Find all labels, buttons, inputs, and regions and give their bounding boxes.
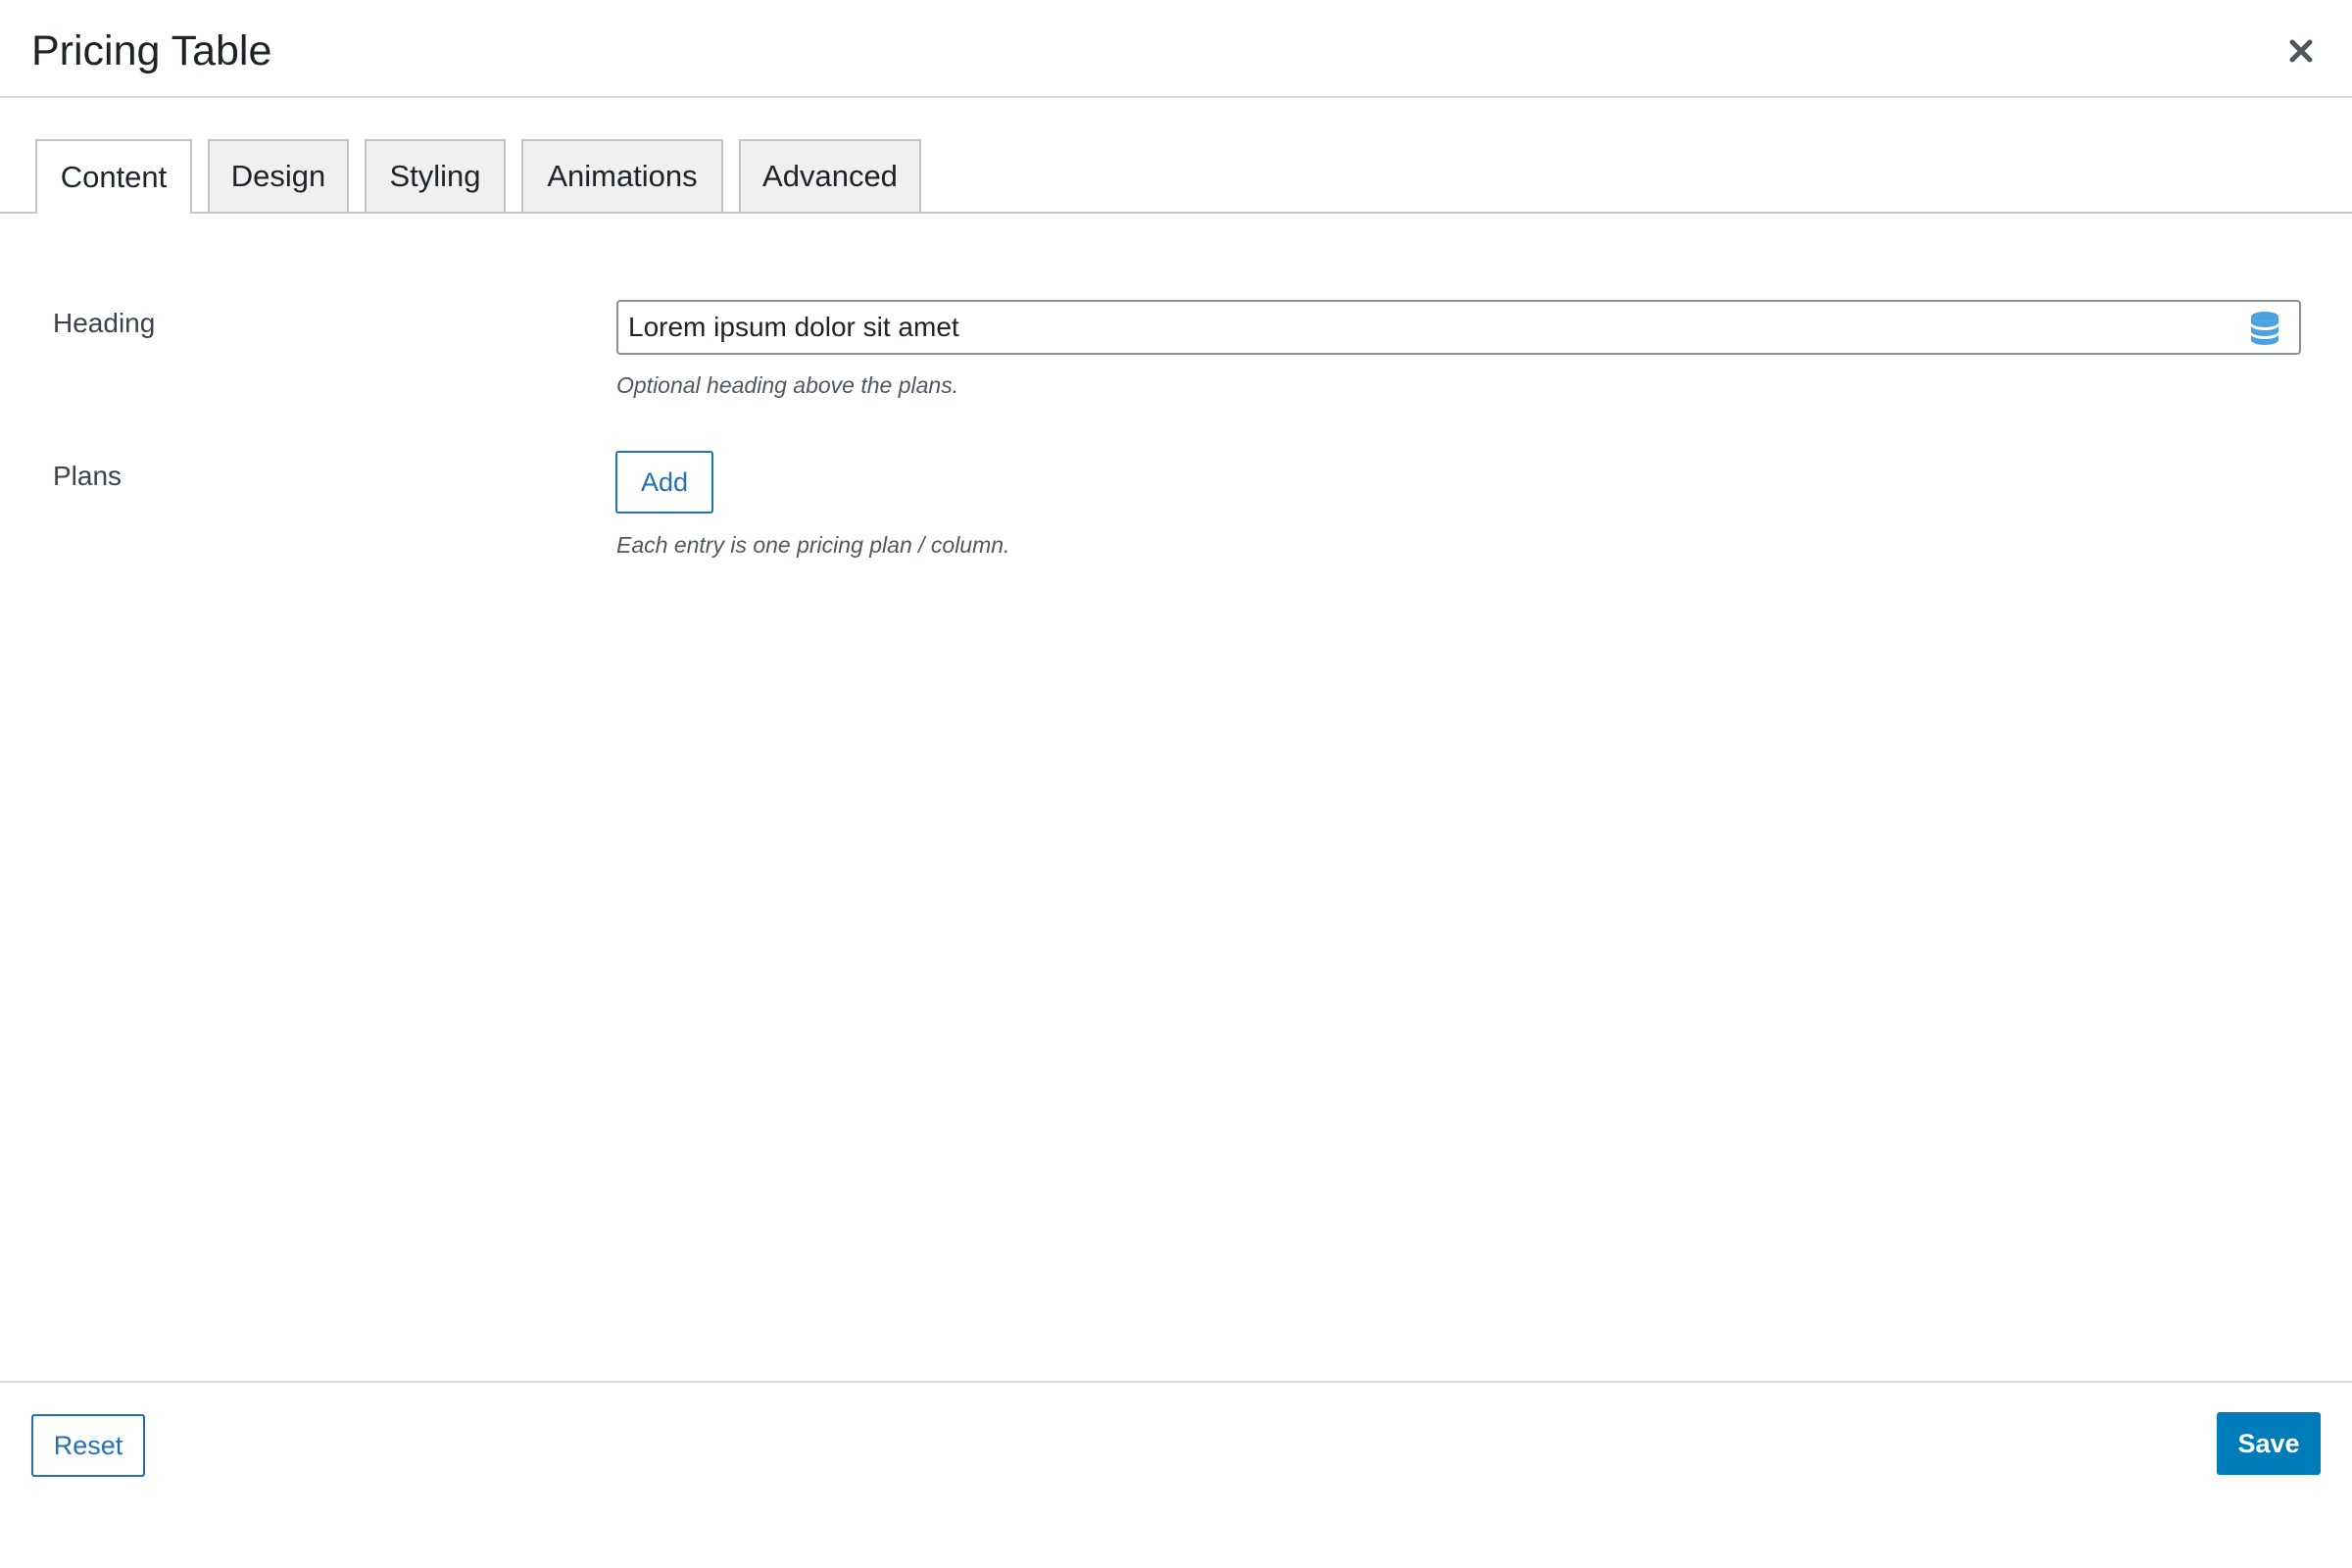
- tab-label: Advanced: [762, 159, 898, 193]
- tab-styling[interactable]: Styling: [365, 139, 506, 212]
- heading-label: Heading: [53, 308, 156, 338]
- heading-description: Optional heading above the plans.: [616, 372, 959, 398]
- tab-bar: Content Design Styling Animations Advanc…: [0, 137, 2352, 216]
- heading-input-wrapper: [616, 300, 2301, 355]
- plans-description: Each entry is one pricing plan / column.: [616, 532, 1010, 558]
- save-button[interactable]: Save: [2217, 1412, 2321, 1475]
- tab-label: Content: [60, 160, 168, 194]
- tab-label: Animations: [547, 159, 698, 193]
- tab-label: Styling: [389, 159, 481, 193]
- dialog-title: Pricing Table: [31, 27, 272, 74]
- tab-design[interactable]: Design: [208, 139, 349, 212]
- tab-animations[interactable]: Animations: [521, 139, 723, 212]
- database-icon[interactable]: [2249, 311, 2280, 346]
- tab-content[interactable]: Content: [35, 139, 192, 216]
- close-icon[interactable]: [2279, 29, 2323, 73]
- plans-label: Plans: [53, 461, 122, 491]
- dialog-footer: Reset Save: [0, 1381, 2352, 1568]
- tab-advanced[interactable]: Advanced: [739, 139, 921, 212]
- reset-button[interactable]: Reset: [31, 1414, 145, 1477]
- heading-input[interactable]: [618, 302, 2226, 353]
- tab-label: Design: [230, 159, 326, 193]
- dialog-header: Pricing Table: [0, 0, 2352, 98]
- add-plan-button[interactable]: Add: [615, 451, 713, 514]
- pricing-table-dialog: Pricing Table Content Design Styling Ani…: [0, 0, 2352, 1568]
